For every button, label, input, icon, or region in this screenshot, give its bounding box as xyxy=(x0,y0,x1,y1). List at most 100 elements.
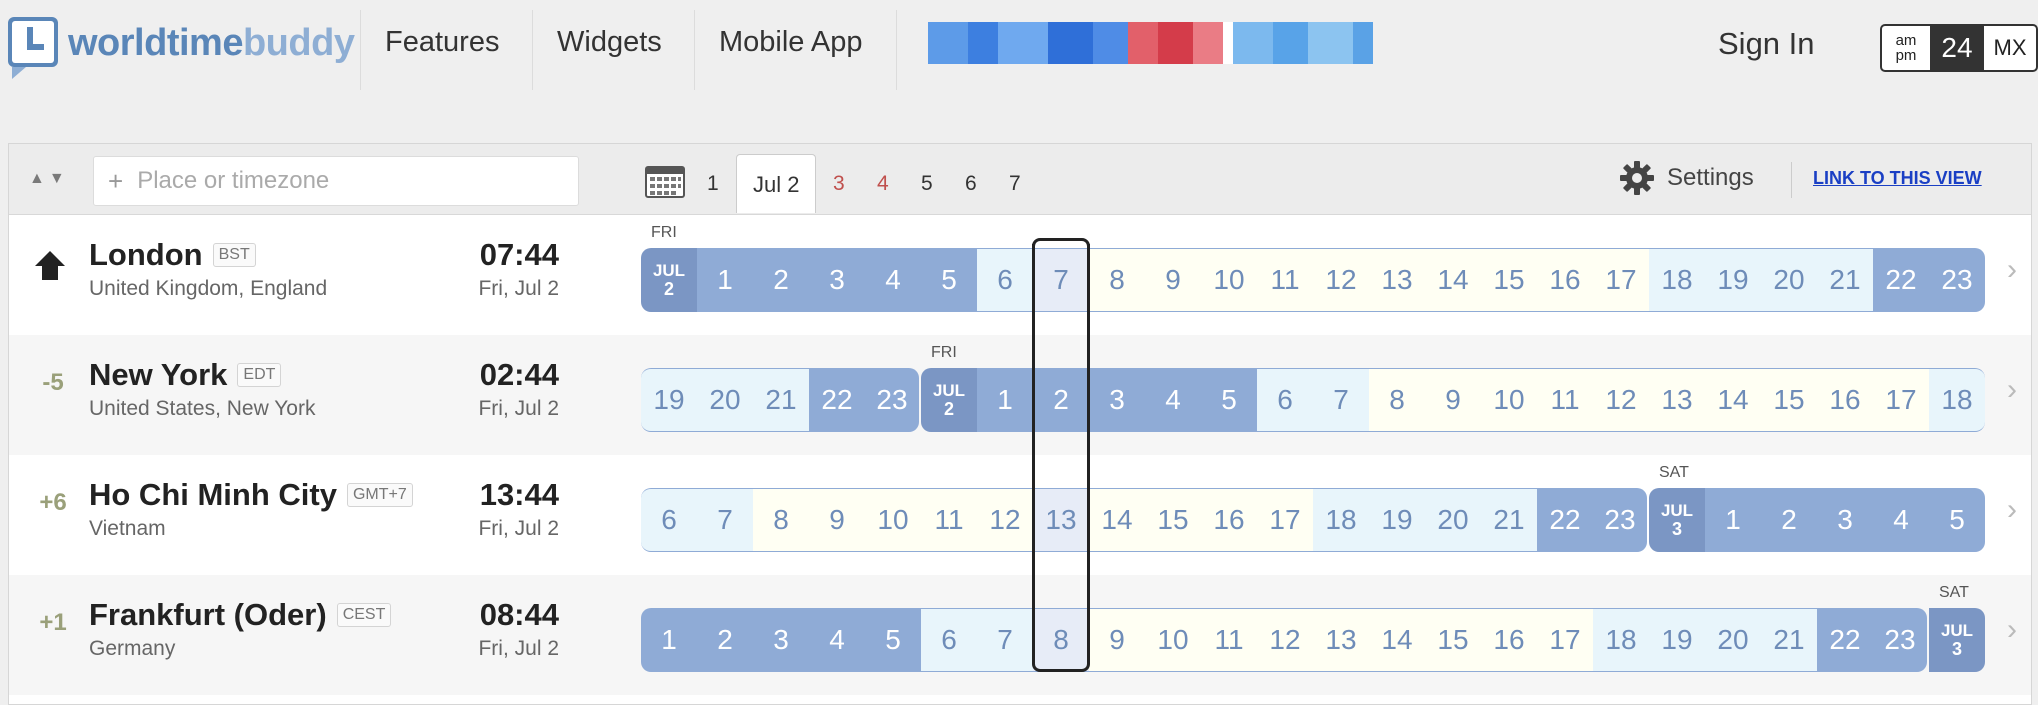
place-search-input[interactable] xyxy=(135,166,540,196)
hour-cell[interactable]: 21 xyxy=(753,368,809,432)
hour-cell[interactable]: 4 xyxy=(809,608,865,672)
hour-cell[interactable]: 6 xyxy=(977,248,1033,312)
hour-cell[interactable]: 16 xyxy=(1537,248,1593,312)
hour-cell[interactable]: 23 xyxy=(1873,608,1927,672)
nav-mobile-app[interactable]: Mobile App xyxy=(719,26,863,59)
hour-cell[interactable]: 11 xyxy=(1201,608,1257,672)
sort-up-icon[interactable]: ▲ xyxy=(29,170,45,188)
hour-cell[interactable]: 6 xyxy=(641,488,697,552)
hour-cell[interactable]: 3 xyxy=(1817,488,1873,552)
chevron-right-icon[interactable]: › xyxy=(2007,373,2017,407)
hour-cell[interactable]: 1 xyxy=(641,608,697,672)
hour-cell[interactable]: 22 xyxy=(1817,608,1873,672)
hour-cell[interactable]: 20 xyxy=(697,368,753,432)
hour-cell[interactable]: 15 xyxy=(1425,608,1481,672)
day-tab[interactable]: 3 xyxy=(833,172,845,196)
hour-cell[interactable]: 14 xyxy=(1369,608,1425,672)
hour-cell[interactable]: 5 xyxy=(865,608,921,672)
hour-cell[interactable]: 15 xyxy=(1145,488,1201,552)
hour-cell[interactable]: 5 xyxy=(921,248,977,312)
day-tab[interactable]: 6 xyxy=(965,172,977,196)
hour-cell[interactable]: 2 xyxy=(1033,368,1089,432)
hour-cell[interactable]: 18 xyxy=(1929,368,1985,432)
hour-cell[interactable]: 3 xyxy=(1089,368,1145,432)
hour-cell[interactable]: 8 xyxy=(1033,608,1089,672)
hour-cell[interactable]: 19 xyxy=(1705,248,1761,312)
link-to-view[interactable]: LINK TO THIS VIEW xyxy=(1813,168,1982,189)
day-tab-active[interactable]: Jul 2 xyxy=(736,154,817,213)
hour-cell[interactable]: 19 xyxy=(641,368,697,432)
timezone-row[interactable]: +6 Ho Chi Minh City GMT+7 Vietnam 13:44 Fr… xyxy=(9,455,2031,575)
hour-cell[interactable]: 2 xyxy=(753,248,809,312)
hour-cell[interactable]: 20 xyxy=(1425,488,1481,552)
calendar-icon[interactable] xyxy=(645,164,685,198)
hour-cell[interactable]: 12 xyxy=(1313,248,1369,312)
day-tab[interactable]: 7 xyxy=(1009,172,1021,196)
format-mx-button[interactable]: MX xyxy=(1982,26,2036,70)
hour-cell[interactable]: 3 xyxy=(753,608,809,672)
hour-cell[interactable]: 8 xyxy=(753,488,809,552)
hour-cell[interactable]: 17 xyxy=(1593,248,1649,312)
logo[interactable]: worldtimebuddy xyxy=(6,16,355,80)
hour-cell[interactable]: 12 xyxy=(1257,608,1313,672)
hour-cell[interactable]: 12 xyxy=(1593,368,1649,432)
date-marker-cell[interactable]: JUL 3 xyxy=(1929,608,1985,672)
hour-cell[interactable]: 13 xyxy=(1649,368,1705,432)
city-name[interactable]: Frankfurt (Oder) CEST xyxy=(89,597,392,633)
city-name[interactable]: New York EDT xyxy=(89,357,282,393)
hour-cell[interactable]: 9 xyxy=(809,488,865,552)
nav-widgets[interactable]: Widgets xyxy=(557,26,662,59)
hour-cell[interactable]: 10 xyxy=(1201,248,1257,312)
hour-cell[interactable]: 7 xyxy=(977,608,1033,672)
nav-features[interactable]: Features xyxy=(385,26,499,59)
hour-cell[interactable]: 19 xyxy=(1649,608,1705,672)
hour-cell[interactable]: 15 xyxy=(1481,248,1537,312)
hour-cell[interactable]: 22 xyxy=(1537,488,1593,552)
hour-cell[interactable]: 21 xyxy=(1481,488,1537,552)
hour-cell[interactable]: 23 xyxy=(1929,248,1985,312)
format-24h-button[interactable]: 24 xyxy=(1932,26,1982,70)
city-name[interactable]: Ho Chi Minh City GMT+7 xyxy=(89,477,413,513)
hour-cell[interactable]: 20 xyxy=(1705,608,1761,672)
hour-cell[interactable]: 20 xyxy=(1761,248,1817,312)
hour-cell[interactable]: 13 xyxy=(1313,608,1369,672)
hour-cell[interactable]: 14 xyxy=(1705,368,1761,432)
hour-cell[interactable]: 14 xyxy=(1425,248,1481,312)
hour-cell[interactable]: 11 xyxy=(1537,368,1593,432)
hour-cell[interactable]: 7 xyxy=(1033,248,1089,312)
day-tab[interactable]: 4 xyxy=(877,172,889,196)
hour-cell[interactable]: 17 xyxy=(1537,608,1593,672)
hour-cell[interactable]: 6 xyxy=(921,608,977,672)
hour-cell[interactable]: 16 xyxy=(1201,488,1257,552)
date-marker-cell[interactable]: JUL 2 xyxy=(921,368,977,432)
timezone-row[interactable]: +1 Frankfurt (Oder) CEST Germany 08:44 Fri… xyxy=(9,575,2031,695)
hour-cell[interactable]: 8 xyxy=(1369,368,1425,432)
hour-cell[interactable]: 1 xyxy=(697,248,753,312)
hour-cell[interactable]: 12 xyxy=(977,488,1033,552)
hour-cell[interactable]: 4 xyxy=(1145,368,1201,432)
hour-cell[interactable]: 8 xyxy=(1089,248,1145,312)
hour-cell[interactable]: 5 xyxy=(1929,488,1985,552)
hour-cell[interactable]: 10 xyxy=(865,488,921,552)
hour-cell[interactable]: 4 xyxy=(865,248,921,312)
hour-cell[interactable]: 1 xyxy=(977,368,1033,432)
hour-cell[interactable]: 9 xyxy=(1425,368,1481,432)
date-marker-cell[interactable]: JUL 3 xyxy=(1649,488,1705,552)
format-ampm-button[interactable]: am pm xyxy=(1882,26,1932,70)
day-tab[interactable]: 5 xyxy=(921,172,933,196)
hour-cell[interactable]: 18 xyxy=(1649,248,1705,312)
city-name[interactable]: London BST xyxy=(89,237,256,273)
hour-cell[interactable]: 22 xyxy=(1873,248,1929,312)
hour-cell[interactable]: 3 xyxy=(809,248,865,312)
hour-cell[interactable]: 18 xyxy=(1313,488,1369,552)
hour-cell[interactable]: 16 xyxy=(1481,608,1537,672)
hour-cell[interactable]: 14 xyxy=(1089,488,1145,552)
hour-cell[interactable]: 18 xyxy=(1593,608,1649,672)
timezone-row[interactable]: London BST United Kingdom, England 07:44 … xyxy=(9,215,2031,335)
hour-cell[interactable]: 15 xyxy=(1761,368,1817,432)
hour-cell[interactable]: 11 xyxy=(1257,248,1313,312)
hour-cell[interactable]: 4 xyxy=(1873,488,1929,552)
hour-cell[interactable]: 10 xyxy=(1481,368,1537,432)
sign-in-link[interactable]: Sign In xyxy=(1718,26,1815,62)
hour-cell[interactable]: 2 xyxy=(697,608,753,672)
